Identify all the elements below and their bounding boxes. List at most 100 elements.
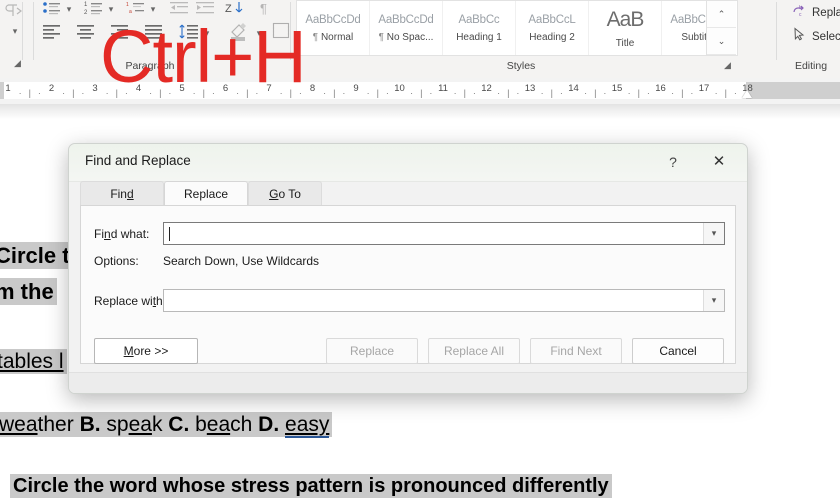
svg-text:c: c [799,12,802,18]
option-run: weather B. speak C. beach D. easy [0,412,333,438]
document-line-text: tables l [0,349,67,374]
style-gallery-scroll[interactable]: ⌃ ⌄ [706,1,736,55]
ruler-tick: | [376,88,379,98]
ruler-number: 10 [394,83,405,94]
find-next-button[interactable]: Find Next [530,338,622,364]
text-color-caret-icon[interactable]: ▾ [10,22,20,40]
bullets-icon[interactable] [42,0,64,20]
ruler-tick: · [62,88,66,98]
style-item[interactable]: AaB Title [589,1,662,55]
dialog-title-bar: Find and Replace ? ✕ [69,144,747,182]
tab-goto[interactable]: Go To [248,181,322,205]
ruler-tick: · [410,88,414,98]
style-preview: AaBbCcDd [305,13,361,26]
ruler-tick: | [724,88,727,98]
ruler-tick: | [637,88,640,98]
style-preview: AaBbCc [458,13,500,26]
dialog-tabs[interactable]: Find Replace Go To [80,181,736,206]
find-what-label: Find what: [94,227,150,241]
ruler-number: 17 [698,83,710,94]
style-item[interactable]: AaBbCcL Heading 2 [516,1,589,55]
style-name: Title [615,37,635,49]
ruler-tick: | [72,88,75,98]
find-and-replace-dialog[interactable]: Find and Replace ? ✕ Find Replace Go To … [68,143,748,394]
style-gallery[interactable]: AaBbCcDd ¶ Normal AaBbCcDd ¶ No Spac... … [296,0,738,56]
ruler-number: 8 [309,83,316,94]
find-what-input[interactable]: ▾ [163,222,725,245]
tab-replace[interactable]: Replace [164,181,248,206]
more-button[interactable]: More >> [94,338,198,364]
ruler-tick: | [28,88,31,98]
group-separator-4 [776,2,777,60]
ruler-number: 1 [5,83,11,94]
replace-with-input[interactable]: ▾ [163,289,725,312]
bullets-caret-icon[interactable]: ▾ [64,0,74,18]
text-cursor [169,227,170,241]
options-value: Search Down, Use Wildcards [163,254,320,268]
document-text-segment: wea [0,413,38,436]
ruler-tick: · [584,88,588,98]
ribbon-replace-button[interactable]: bc Replace [792,2,840,24]
gallery-scroll-down-icon[interactable]: ⌄ [707,28,736,55]
ruler-tick: | [550,88,553,98]
ruler-tick: · [366,88,370,98]
paragraph-dialog-launcher[interactable]: ◢ [14,58,25,69]
ruler-tick: · [497,88,501,98]
document-line: Circle the word whose stress pattern is … [10,474,612,498]
document-text-segment: k [151,413,169,436]
style-item[interactable]: AaBbCc Heading 1 [443,1,516,55]
align-left-icon[interactable] [42,24,64,44]
tab-goto-label: Go To [269,186,301,201]
cancel-button-label: Cancel [659,344,697,358]
ruler-tick: · [429,88,433,98]
ruler-number: 16 [655,83,666,94]
style-name: Heading 1 [456,31,502,43]
align-center-icon[interactable] [76,24,98,44]
style-name: Heading 2 [529,31,575,43]
ruler-tick: | [594,88,597,98]
document-line-text: Circle the word whose stress pattern is … [10,474,612,498]
style-preview: AaBbCcL [528,13,576,26]
document-text-segment: ea [128,413,152,436]
svg-text:Z: Z [225,3,232,15]
chevron-down-icon[interactable]: ▾ [703,223,724,244]
close-icon[interactable]: ✕ [707,151,731,173]
svg-text:1: 1 [126,2,129,8]
style-item[interactable]: AaBbCcDd ¶ Normal [297,1,370,55]
document-text-segment: ea [206,413,231,436]
ruler-tick: · [690,88,694,98]
select-pointer-icon [792,27,807,47]
svg-text:1: 1 [84,2,88,8]
replace-all-button-label: Replace All [443,344,505,358]
gallery-scroll-up-icon[interactable]: ⌃ [707,1,736,28]
ruler-tick: · [603,88,607,98]
replace-button[interactable]: Replace [326,338,418,364]
styles-dialog-launcher[interactable]: ◢ [724,60,735,71]
style-item[interactable]: AaBbCcDd ¶ No Spac... [370,1,443,55]
group-separator-1 [22,2,23,60]
ruler-number: 13 [524,83,536,94]
ribbon-replace-label: Replace [812,7,840,19]
document-text-segment: sp [100,413,129,436]
ruler-number: 12 [481,83,492,94]
style-preview: AaB [606,7,645,31]
ruler-tick: · [671,88,675,98]
cancel-button[interactable]: Cancel [632,338,724,364]
chevron-down-icon[interactable]: ▾ [703,290,724,311]
ruler-tick: · [472,88,476,98]
hanging-indent-marker[interactable] [742,90,752,98]
svg-text:2: 2 [84,10,88,16]
shortcut-overlay-text: Ctrl+H [100,15,307,98]
tab-find[interactable]: Find [80,181,164,205]
replace-all-button[interactable]: Replace All [428,338,520,364]
ribbon-select-button[interactable]: Select [792,26,840,48]
tab-find-label: Find [110,186,134,201]
style-preview: AaBbCcDd [378,13,434,26]
ruler-number: 11 [438,83,448,94]
ruler-tick: · [81,88,85,98]
ruler-tick: | [333,88,336,98]
dialog-panel: Find what: ▾ Options: Search Down, Use W… [80,205,736,364]
styles-group-label: Styles [506,60,536,72]
help-icon[interactable]: ? [661,151,685,173]
document-line: tables l [0,349,67,374]
